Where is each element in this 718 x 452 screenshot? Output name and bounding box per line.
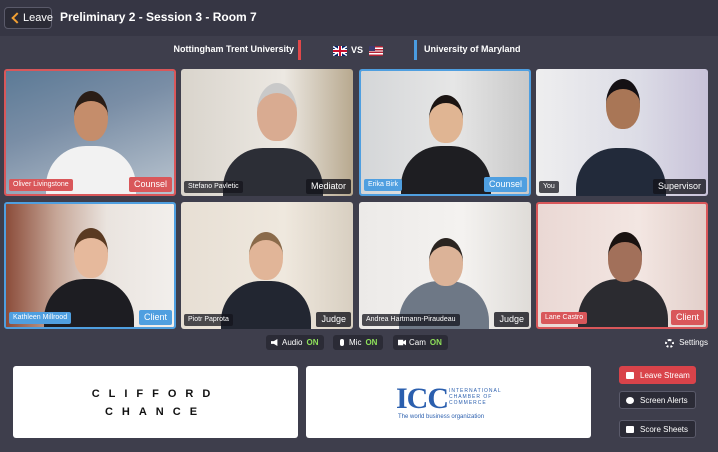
- uk-flag-icon: [333, 46, 347, 56]
- participant-role: Mediator: [305, 179, 351, 194]
- video-tile[interactable]: Lane Castro Client: [536, 202, 708, 329]
- team-right-name: University of Maryland: [424, 44, 521, 54]
- participant-name: Stefano Pavletic: [184, 181, 243, 193]
- participant-role: Client: [670, 310, 704, 325]
- participant-name: Erika Birk: [364, 179, 402, 191]
- video-tile[interactable]: Oliver Livingstone Counsel: [4, 69, 176, 196]
- sponsor-logo-line-1: CLIFFORD: [91, 388, 220, 400]
- participant-role: Judge: [316, 312, 351, 327]
- cam-label: Cam: [409, 338, 426, 347]
- leave-stream-button[interactable]: Leave Stream: [619, 366, 696, 384]
- video-tile[interactable]: You Supervisor: [536, 69, 708, 196]
- screen-alerts-label: Screen Alerts: [640, 396, 688, 405]
- participant-name: Kathleen Millrood: [9, 312, 72, 324]
- participant-role: Supervisor: [652, 179, 706, 194]
- media-controls: Audio ON Mic ON Cam ON Settings: [0, 333, 718, 353]
- team-right-color-bar: [414, 40, 417, 60]
- camera-icon: [398, 339, 406, 346]
- vs-label: VS: [351, 45, 364, 55]
- mic-label: Mic: [349, 338, 362, 347]
- team-left-name: Nottingham Trent University: [173, 44, 294, 54]
- participant-role: Client: [138, 310, 172, 325]
- settings-label: Settings: [679, 338, 708, 347]
- audio-toggle[interactable]: Audio ON: [266, 335, 325, 350]
- speaker-icon: [271, 339, 278, 346]
- cam-state: ON: [429, 338, 442, 347]
- leave-button[interactable]: Leave: [4, 7, 53, 29]
- participant-role: Judge: [494, 312, 529, 327]
- leave-label: Leave: [23, 12, 53, 24]
- participant-role: Counsel: [483, 177, 527, 192]
- participant-name: Oliver Livingstone: [9, 179, 73, 191]
- video-tile[interactable]: Erika Birk Counsel: [359, 69, 531, 196]
- icc-fullname: INTERNATIONAL CHAMBER OF COMMERCE: [449, 388, 502, 406]
- participant-name: Andrea Hartmann-Piraudeau: [362, 314, 460, 326]
- score-sheets-label: Score Sheets: [640, 425, 689, 434]
- chat-bubble-icon: [626, 397, 634, 404]
- us-flag-icon: [369, 46, 383, 56]
- video-tile[interactable]: Stefano Pavletic Mediator: [181, 69, 353, 196]
- mic-toggle[interactable]: Mic ON: [333, 335, 384, 350]
- settings-button[interactable]: Settings: [665, 336, 708, 350]
- sponsor-logo-line-2: CHANCE: [104, 406, 207, 418]
- gear-icon: [665, 339, 675, 348]
- audio-state: ON: [306, 338, 319, 347]
- document-icon: [626, 426, 634, 433]
- sponsor-icc: ICC INTERNATIONAL CHAMBER OF COMMERCE Th…: [306, 366, 591, 438]
- session-title: Preliminary 2 - Session 3 - Room 7: [60, 10, 257, 24]
- participant-name: You: [539, 181, 559, 193]
- mic-state: ON: [365, 338, 378, 347]
- participant-name: Lane Castro: [541, 312, 588, 324]
- video-tile[interactable]: Kathleen Millrood Client: [4, 202, 176, 329]
- team-left-color-bar: [298, 40, 301, 60]
- cam-toggle[interactable]: Cam ON: [393, 335, 448, 350]
- participant-name: Piotr Paprota: [184, 314, 233, 326]
- video-tile[interactable]: Andrea Hartmann-Piraudeau Judge: [359, 202, 531, 329]
- leave-stream-label: Leave Stream: [640, 371, 690, 380]
- icc-logo: ICC: [396, 382, 449, 415]
- video-grid: Oliver Livingstone Counsel Stefano Pavle…: [4, 69, 712, 331]
- sponsor-clifford-chance: CLIFFORD CHANCE: [13, 366, 298, 438]
- participant-role: Counsel: [128, 177, 172, 192]
- top-bar: Leave Preliminary 2 - Session 3 - Room 7: [0, 0, 718, 36]
- score-sheets-button[interactable]: Score Sheets: [619, 420, 696, 438]
- exit-icon: [626, 372, 634, 379]
- video-tile[interactable]: Piotr Paprota Judge: [181, 202, 353, 329]
- icc-tagline: The world business organization: [398, 414, 485, 420]
- screen-alerts-button[interactable]: Screen Alerts: [619, 391, 696, 409]
- microphone-icon: [340, 339, 344, 346]
- chevron-left-icon: [11, 12, 23, 24]
- audio-label: Audio: [282, 338, 303, 347]
- match-bar: Nottingham Trent University VS Universit…: [0, 38, 718, 64]
